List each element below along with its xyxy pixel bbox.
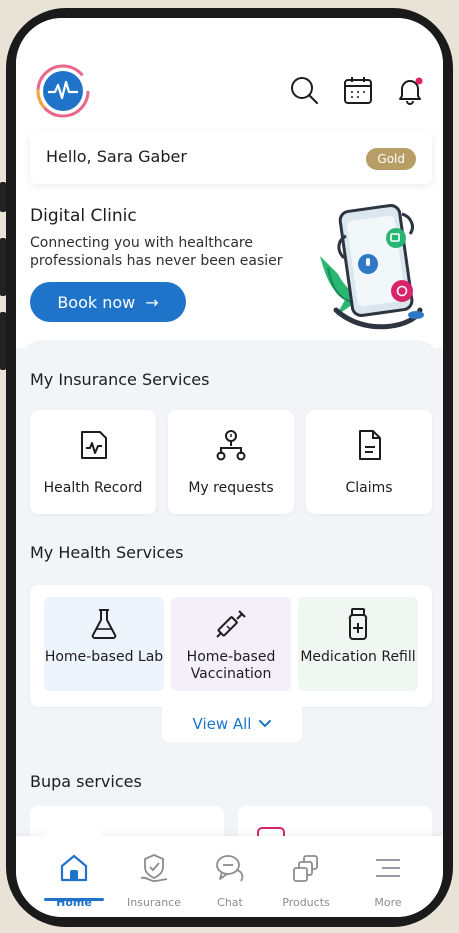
claims-label: Claims: [345, 480, 393, 496]
health-record-label: Health Record: [43, 480, 143, 496]
my-requests-label: My requests: [188, 480, 274, 496]
digital-clinic-description: Connecting you with healthcare professio…: [30, 235, 283, 269]
my-requests-card[interactable]: My requests: [168, 410, 294, 514]
health-record-icon: [81, 431, 107, 459]
home-lab-label: Home-based Lab: [44, 649, 164, 665]
calendar-icon[interactable]: [342, 74, 374, 106]
medicine-bottle-icon: [348, 608, 368, 640]
membership-badge: Gold: [366, 148, 416, 170]
bupa-services-title: Bupa services: [30, 772, 142, 791]
book-now-label: Book now: [57, 292, 136, 312]
home-vaccination-label: Home-based Vaccination: [186, 649, 276, 682]
tab-home[interactable]: Home: [36, 836, 112, 916]
home-vaccination-tile[interactable]: Home-based Vaccination: [171, 597, 291, 691]
book-now-button[interactable]: Book now →: [30, 282, 186, 322]
chevron-down-icon: [259, 720, 272, 728]
health-services-title: My Health Services: [30, 543, 184, 562]
medication-refill-label: Medication Refill: [300, 649, 416, 665]
tab-chat[interactable]: Chat: [192, 836, 268, 916]
side-button: [0, 182, 6, 212]
products-icon: [293, 855, 318, 882]
tab-more[interactable]: More: [350, 836, 426, 916]
insurance-services-title: My Insurance Services: [30, 370, 210, 389]
heartbeat-logo-icon[interactable]: [36, 64, 90, 118]
phone-stethoscope-illustration: [320, 203, 424, 330]
search-icon[interactable]: [288, 74, 320, 106]
health-services-card: Home-based Lab Home-based Vaccination Me…: [30, 585, 432, 707]
bottom-tab-bar: Home Insurance Chat Products More: [16, 822, 443, 917]
health-record-card[interactable]: Health Record: [30, 410, 156, 514]
chat-icon: [216, 855, 244, 882]
tab-chat-label: Chat: [217, 896, 243, 909]
claims-card[interactable]: Claims: [306, 410, 432, 514]
requests-icon: [216, 430, 246, 461]
tab-insurance[interactable]: Insurance: [116, 836, 192, 916]
greeting-card[interactable]: Hello, Sara Gaber Gold: [30, 132, 432, 184]
tab-insurance-label: Insurance: [127, 896, 181, 909]
syringe-icon: [216, 610, 246, 638]
active-tab-indicator: [44, 898, 104, 901]
digital-clinic-title: Digital Clinic: [30, 206, 137, 226]
medication-refill-tile[interactable]: Medication Refill: [298, 597, 418, 691]
side-button: [0, 312, 6, 370]
tab-more-label: More: [374, 896, 402, 909]
view-all-label: View All: [192, 715, 252, 733]
tab-products[interactable]: Products: [268, 836, 344, 916]
arrow-right-icon: →: [145, 292, 159, 312]
claims-icon: [359, 430, 381, 460]
bell-icon[interactable]: [394, 74, 426, 106]
home-lab-tile[interactable]: Home-based Lab: [44, 597, 164, 691]
tab-products-label: Products: [282, 896, 330, 909]
side-button: [0, 238, 6, 296]
app-screen: Hello, Sara Gaber Gold Digital Clinic Co…: [16, 18, 443, 917]
home-icon: [60, 854, 88, 882]
menu-icon: [376, 859, 400, 877]
greeting-text: Hello, Sara Gaber: [46, 147, 187, 166]
view-all-button[interactable]: View All: [162, 706, 302, 742]
lab-flask-icon: [91, 609, 117, 639]
insurance-shield-icon: [140, 854, 168, 882]
